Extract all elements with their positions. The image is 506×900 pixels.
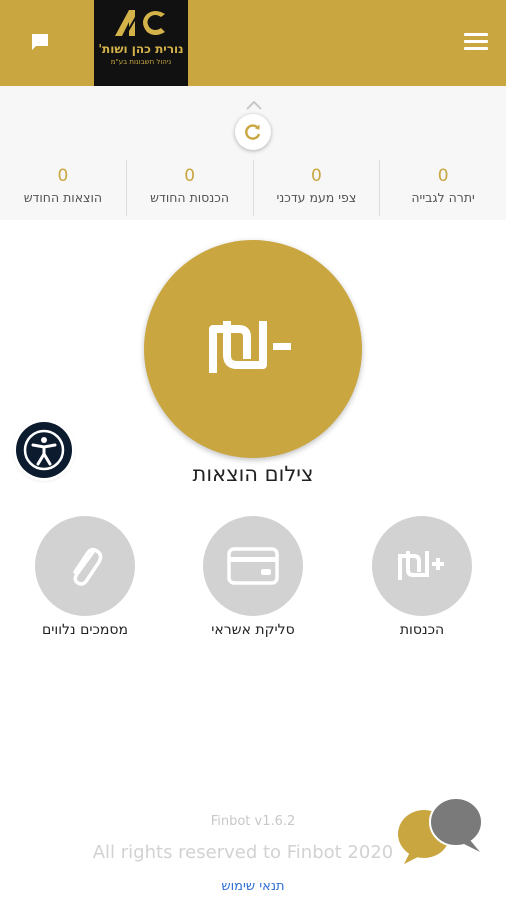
documents-circle <box>35 516 135 616</box>
stat-value: 0 <box>184 166 196 186</box>
stat-label: צפי מעמ עדכני <box>276 190 357 205</box>
attached-documents-button[interactable]: מסמכים נלווים <box>25 516 145 638</box>
chat-icon[interactable] <box>28 30 52 54</box>
logo-company-name: נורית כהן ושות' <box>98 42 184 56</box>
income-button[interactable]: הכנסות <box>362 516 482 638</box>
capture-expenses-label: צילום הוצאות <box>192 462 314 486</box>
income-circle <box>372 516 472 616</box>
stat-value: 0 <box>57 166 69 186</box>
logo-company-subtitle: ניהול חשבונות בע"מ <box>110 58 172 66</box>
hamburger-menu-icon[interactable] <box>464 33 488 51</box>
stat-balance-due[interactable]: 0 יתרה לגבייה <box>379 160 506 216</box>
credit-card-circle <box>203 516 303 616</box>
credit-card-icon <box>227 547 279 585</box>
chat-bubbles-icon[interactable] <box>396 794 488 866</box>
chevron-up-icon[interactable] <box>244 96 264 110</box>
refresh-icon <box>245 124 261 140</box>
documents-label: מסמכים נלווים <box>42 622 128 638</box>
app-header: נורית כהן ושות' ניהול חשבונות בע"מ <box>0 0 506 86</box>
plus-shekel-icon <box>398 551 444 580</box>
credit-card-clearing-button[interactable]: סליקת אשראי <box>193 516 313 638</box>
logo-monogram <box>115 10 165 37</box>
refresh-button[interactable] <box>235 114 271 150</box>
stat-month-expenses[interactable]: 0 הוצאות החודש <box>0 160 126 216</box>
paperclip-icon <box>73 547 103 586</box>
terms-of-use-link[interactable]: תנאי שימוש <box>0 879 506 894</box>
stat-month-income[interactable]: 0 הכנסות החודש <box>125 160 253 216</box>
stat-value: 0 <box>437 166 449 186</box>
income-label: הכנסות <box>399 622 445 638</box>
accessibility-button[interactable] <box>16 422 72 478</box>
stat-label: הוצאות החודש <box>23 190 103 205</box>
stat-label: יתרה לגבייה <box>411 190 475 205</box>
company-logo: נורית כהן ושות' ניהול חשבונות בע"מ <box>94 0 188 86</box>
minus-shekel-icon <box>209 321 291 373</box>
stats-row: 0 יתרה לגבייה 0 צפי מעמ עדכני 0 הכנסות ה… <box>0 160 506 216</box>
accessibility-icon <box>23 429 65 471</box>
capture-expenses-button[interactable] <box>144 240 362 458</box>
stat-value: 0 <box>310 166 322 186</box>
stat-vat-forecast[interactable]: 0 צפי מעמ עדכני <box>252 160 380 216</box>
credit-card-label: סליקת אשראי <box>211 622 295 638</box>
stat-label: הכנסות החודש <box>150 190 230 205</box>
